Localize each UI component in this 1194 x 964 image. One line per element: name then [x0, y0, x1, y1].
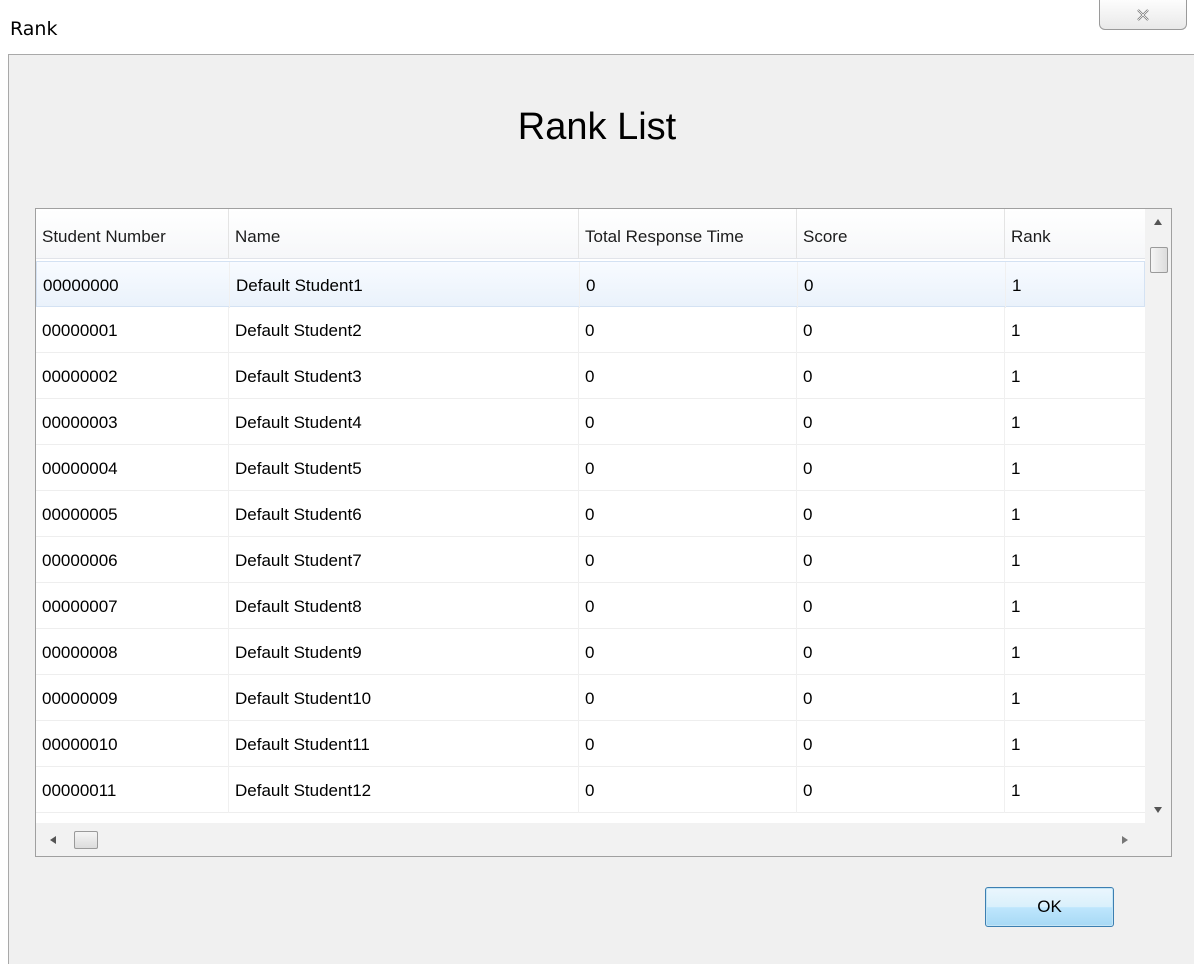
- column-header-score[interactable]: Score: [797, 209, 1005, 259]
- triangle-right-icon: [1122, 835, 1128, 844]
- cell-total-response-time: 0: [579, 399, 797, 445]
- cell-name: Default Student6: [229, 491, 579, 537]
- cell-rank: 1: [1011, 321, 1021, 340]
- cell-total-response-time: 0: [579, 767, 797, 813]
- cell-total-response-time: 0: [579, 675, 797, 721]
- page-title: Rank List: [517, 106, 677, 148]
- cell-rank: 1: [1011, 413, 1021, 432]
- column-header-total-response-time[interactable]: Total Response Time: [579, 209, 797, 259]
- column-header-name[interactable]: Name: [229, 209, 579, 259]
- cell-total-response-time: 0: [579, 629, 797, 675]
- scroll-up-button[interactable]: [1145, 209, 1171, 235]
- cell-score: 0: [797, 767, 1005, 813]
- cell-rank: 1: [1011, 735, 1021, 754]
- window-title: Rank: [10, 18, 58, 40]
- triangle-up-icon: [1154, 219, 1162, 225]
- scroll-down-button[interactable]: [1145, 797, 1171, 823]
- close-button[interactable]: [1099, 0, 1187, 30]
- cell-total-response-time: 0: [579, 353, 797, 399]
- ok-button[interactable]: OK: [985, 887, 1114, 927]
- cell-student-number: 00000006: [36, 537, 229, 583]
- cell-total-response-time: 0: [579, 445, 797, 491]
- cell-score: 0: [798, 262, 1006, 308]
- cell-score: 0: [797, 629, 1005, 675]
- table-row[interactable]: 00000004 Default Student5 0 0 1: [36, 445, 1145, 491]
- cell-student-number: 00000001: [36, 307, 229, 353]
- table-row[interactable]: 00000000 Default Student1 0 0 1: [36, 261, 1145, 308]
- cell-student-number: 00000011: [36, 767, 229, 813]
- table-row[interactable]: 00000007 Default Student8 0 0 1: [36, 583, 1145, 629]
- horizontal-scroll-thumb[interactable]: [74, 831, 98, 849]
- cell-name: Default Student3: [229, 353, 579, 399]
- cell-score: 0: [797, 399, 1005, 445]
- cell-name: Default Student5: [229, 445, 579, 491]
- cell-student-number: 00000002: [36, 353, 229, 399]
- cell-rank: 1: [1011, 551, 1021, 570]
- cell-student-number: 00000004: [36, 445, 229, 491]
- table-header: Student Number Name Total Response Time …: [36, 209, 1145, 259]
- table-row[interactable]: 00000003 Default Student4 0 0 1: [36, 399, 1145, 445]
- column-header-student-number[interactable]: Student Number: [36, 209, 229, 259]
- cell-total-response-time: 0: [580, 262, 798, 308]
- cell-name: Default Student9: [229, 629, 579, 675]
- cell-total-response-time: 0: [579, 537, 797, 583]
- cell-student-number: 00000000: [37, 262, 230, 308]
- table-row[interactable]: 00000009 Default Student10 0 0 1: [36, 675, 1145, 721]
- cell-name: Default Student12: [229, 767, 579, 813]
- cell-rank: 1: [1011, 689, 1021, 708]
- vertical-scrollbar[interactable]: [1145, 209, 1171, 823]
- cell-score: 0: [797, 445, 1005, 491]
- cell-score: 0: [797, 675, 1005, 721]
- cell-score: 0: [797, 491, 1005, 537]
- cell-name: Default Student2: [229, 307, 579, 353]
- cell-score: 0: [797, 307, 1005, 353]
- cell-total-response-time: 0: [579, 721, 797, 767]
- cell-name: Default Student4: [229, 399, 579, 445]
- scroll-left-button[interactable]: [40, 823, 66, 856]
- cell-rank: 1: [1012, 276, 1022, 295]
- horizontal-scrollbar[interactable]: [36, 823, 1171, 856]
- cell-rank: 1: [1011, 459, 1021, 478]
- cell-student-number: 00000005: [36, 491, 229, 537]
- table-row[interactable]: 00000002 Default Student3 0 0 1: [36, 353, 1145, 399]
- triangle-left-icon: [50, 835, 56, 844]
- cell-name: Default Student10: [229, 675, 579, 721]
- cell-total-response-time: 0: [579, 491, 797, 537]
- cell-student-number: 00000007: [36, 583, 229, 629]
- cell-name: Default Student1: [230, 262, 580, 308]
- cell-score: 0: [797, 353, 1005, 399]
- cell-total-response-time: 0: [579, 307, 797, 353]
- cell-name: Default Student8: [229, 583, 579, 629]
- cell-score: 0: [797, 537, 1005, 583]
- scroll-right-button[interactable]: [1112, 823, 1138, 856]
- cell-total-response-time: 0: [579, 583, 797, 629]
- table-row[interactable]: 00000011 Default Student12 0 0 1: [36, 767, 1145, 813]
- cell-rank: 1: [1011, 643, 1021, 662]
- cell-rank: 1: [1011, 367, 1021, 386]
- table-row[interactable]: 00000010 Default Student11 0 0 1: [36, 721, 1145, 767]
- cell-name: Default Student11: [229, 721, 579, 767]
- cell-score: 0: [797, 583, 1005, 629]
- table-row[interactable]: 00000006 Default Student7 0 0 1: [36, 537, 1145, 583]
- cell-score: 0: [797, 721, 1005, 767]
- table-row[interactable]: 00000005 Default Student6 0 0 1: [36, 491, 1145, 537]
- cell-student-number: 00000003: [36, 399, 229, 445]
- cell-name: Default Student7: [229, 537, 579, 583]
- rank-list-content: Student Number Name Total Response Time …: [36, 209, 1145, 823]
- cell-rank: 1: [1011, 597, 1021, 616]
- close-icon: [1137, 8, 1149, 21]
- triangle-down-icon: [1154, 807, 1162, 813]
- cell-student-number: 00000008: [36, 629, 229, 675]
- cell-student-number: 00000009: [36, 675, 229, 721]
- cell-student-number: 00000010: [36, 721, 229, 767]
- column-header-rank[interactable]: Rank: [1005, 209, 1145, 259]
- rank-list-view[interactable]: Student Number Name Total Response Time …: [35, 208, 1172, 857]
- cell-rank: 1: [1011, 505, 1021, 524]
- table-row[interactable]: 00000008 Default Student9 0 0 1: [36, 629, 1145, 675]
- cell-rank: 1: [1011, 781, 1021, 800]
- vertical-scroll-thumb[interactable]: [1150, 247, 1168, 273]
- table-row[interactable]: 00000001 Default Student2 0 0 1: [36, 307, 1145, 353]
